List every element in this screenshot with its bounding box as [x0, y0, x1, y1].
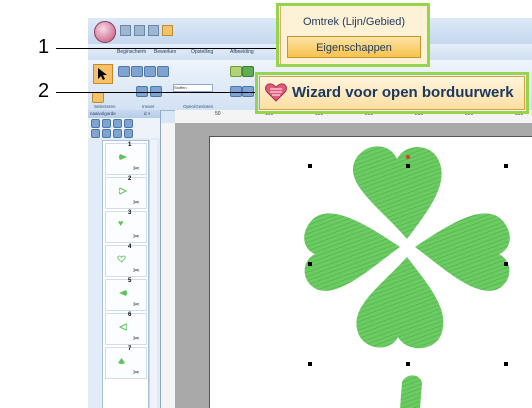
highlight-box [255, 72, 529, 114]
clover-leaf-bottom[interactable] [356, 257, 444, 349]
callout-line-2 [56, 92, 255, 93]
tab-afbeelding[interactable]: Afbeelding [230, 49, 254, 55]
panel-tool-icon-6[interactable] [102, 129, 111, 138]
scissors-icon: ✂ [133, 164, 140, 173]
sewing-order-toolbar [88, 118, 160, 138]
selection-handle[interactable] [504, 164, 508, 168]
clover-design [304, 146, 510, 408]
item-number: 7 [128, 346, 132, 352]
selection-handle[interactable] [406, 362, 410, 366]
select-arrow-button[interactable] [93, 64, 113, 84]
heart-outline-thumbnail-icon [119, 187, 127, 195]
ruler-label: 50 [215, 111, 221, 117]
sewing-order-panel: naaivolgorde ά × 1 ✂ 2 ✂ 3 ♥ ✂ 4 ✂ 5 ✂ 6… [88, 110, 161, 408]
clover-leaf-right[interactable] [415, 213, 510, 291]
group-label-open-gesloten: Open/Gesloten [183, 104, 214, 109]
select-tool-icon-1[interactable] [118, 66, 130, 77]
sewing-order-item[interactable]: 3 ♥ ✂ [105, 210, 147, 243]
item-number: 1 [128, 142, 132, 148]
panel-tool-icon-2[interactable] [102, 119, 111, 128]
tab-beginscherm[interactable]: Beginscherm [117, 49, 146, 55]
select-tool-icon-4[interactable] [157, 66, 169, 77]
design-canvas[interactable] [209, 136, 532, 408]
rotate-handle[interactable] [406, 155, 410, 159]
sewing-order-item[interactable]: 6 ✂ [105, 312, 147, 345]
heart-leaf-thumbnail-icon [118, 358, 125, 364]
heart-thumbnail-icon: ♥ [118, 218, 124, 228]
item-number: 3 [128, 210, 132, 216]
sewing-order-item[interactable]: 2 ✂ [105, 176, 147, 209]
sewing-order-scrollbar[interactable] [149, 140, 157, 408]
panel-tool-icon-3[interactable] [113, 119, 122, 128]
selection-handle[interactable] [504, 362, 508, 366]
tab-opstelling[interactable]: Opstelling [191, 49, 213, 55]
quick-access-save-icon[interactable] [148, 25, 159, 36]
item-number: 2 [128, 176, 132, 182]
sewing-order-header: naaivolgorde ά × [88, 110, 160, 118]
stitch-dropdown[interactable]: Stuffen [173, 84, 213, 92]
selection-handle[interactable] [308, 164, 312, 168]
select-tool-icon-3[interactable] [144, 66, 156, 77]
sewing-order-title: naaivolgorde [90, 111, 116, 116]
group-label-selecteren: Selecteren [94, 104, 116, 109]
vertical-ruler [161, 123, 176, 408]
item-number: 5 [128, 278, 132, 284]
clover-stem[interactable] [400, 375, 422, 408]
heart-outline-thumbnail-icon [117, 255, 126, 263]
scissors-icon: ✂ [133, 300, 140, 309]
scissors-icon: ✂ [133, 368, 140, 377]
heart-outline-thumbnail-icon [119, 323, 127, 331]
select-tool-icon-2[interactable] [131, 66, 143, 77]
quick-access-new-icon[interactable] [120, 25, 131, 36]
open-closed-icon-1[interactable] [230, 66, 242, 77]
sewing-order-item[interactable]: 1 ✂ [105, 142, 147, 175]
selection-handle[interactable] [406, 164, 410, 168]
sewing-order-list: 1 ✂ 2 ✂ 3 ♥ ✂ 4 ✂ 5 ✂ 6 ✂ 7 ✂ [102, 140, 149, 408]
quick-access-undo-icon[interactable] [162, 25, 173, 36]
app-orb-button[interactable] [94, 21, 116, 43]
open-closed-icon-2[interactable] [242, 66, 254, 77]
scissors-icon: ✂ [133, 266, 140, 275]
selection-handle[interactable] [308, 362, 312, 366]
heart-leaf-thumbnail-icon [119, 290, 127, 296]
callout-line-1 [56, 48, 276, 49]
tab-bewerken[interactable]: Bewerken [154, 49, 176, 55]
item-number: 4 [128, 244, 132, 250]
cursor-arrow-icon [98, 68, 107, 80]
scissors-icon: ✂ [133, 334, 140, 343]
panel-tool-icon-4[interactable] [124, 119, 133, 128]
panel-pin-close-icon[interactable]: ά × [144, 111, 150, 116]
scissors-icon: ✂ [133, 198, 140, 207]
callout-number-1: 1 [38, 36, 50, 58]
input-tool-icon[interactable] [92, 92, 104, 103]
panel-tool-icon-5[interactable] [91, 129, 100, 138]
sewing-order-item[interactable]: 7 ✂ [105, 346, 147, 379]
heart-leaf-thumbnail-icon [119, 154, 127, 160]
panel-tool-icon-1[interactable] [91, 119, 100, 128]
sewing-order-item[interactable]: 4 ✂ [105, 244, 147, 277]
panel-tool-icon-7[interactable] [113, 129, 122, 138]
highlight-box [276, 3, 430, 67]
item-number: 6 [128, 312, 132, 318]
callout-number-2: 2 [38, 80, 50, 102]
scissors-icon: ✂ [133, 232, 140, 241]
group-label-invoer: Invoer [142, 104, 155, 109]
clover-leaf-top[interactable] [352, 146, 442, 239]
selection-handle[interactable] [308, 262, 312, 266]
panel-tool-icon-8[interactable] [124, 129, 133, 138]
sewing-order-item[interactable]: 5 ✂ [105, 278, 147, 311]
selection-handle[interactable] [504, 262, 508, 266]
quick-access-open-icon[interactable] [134, 25, 145, 36]
